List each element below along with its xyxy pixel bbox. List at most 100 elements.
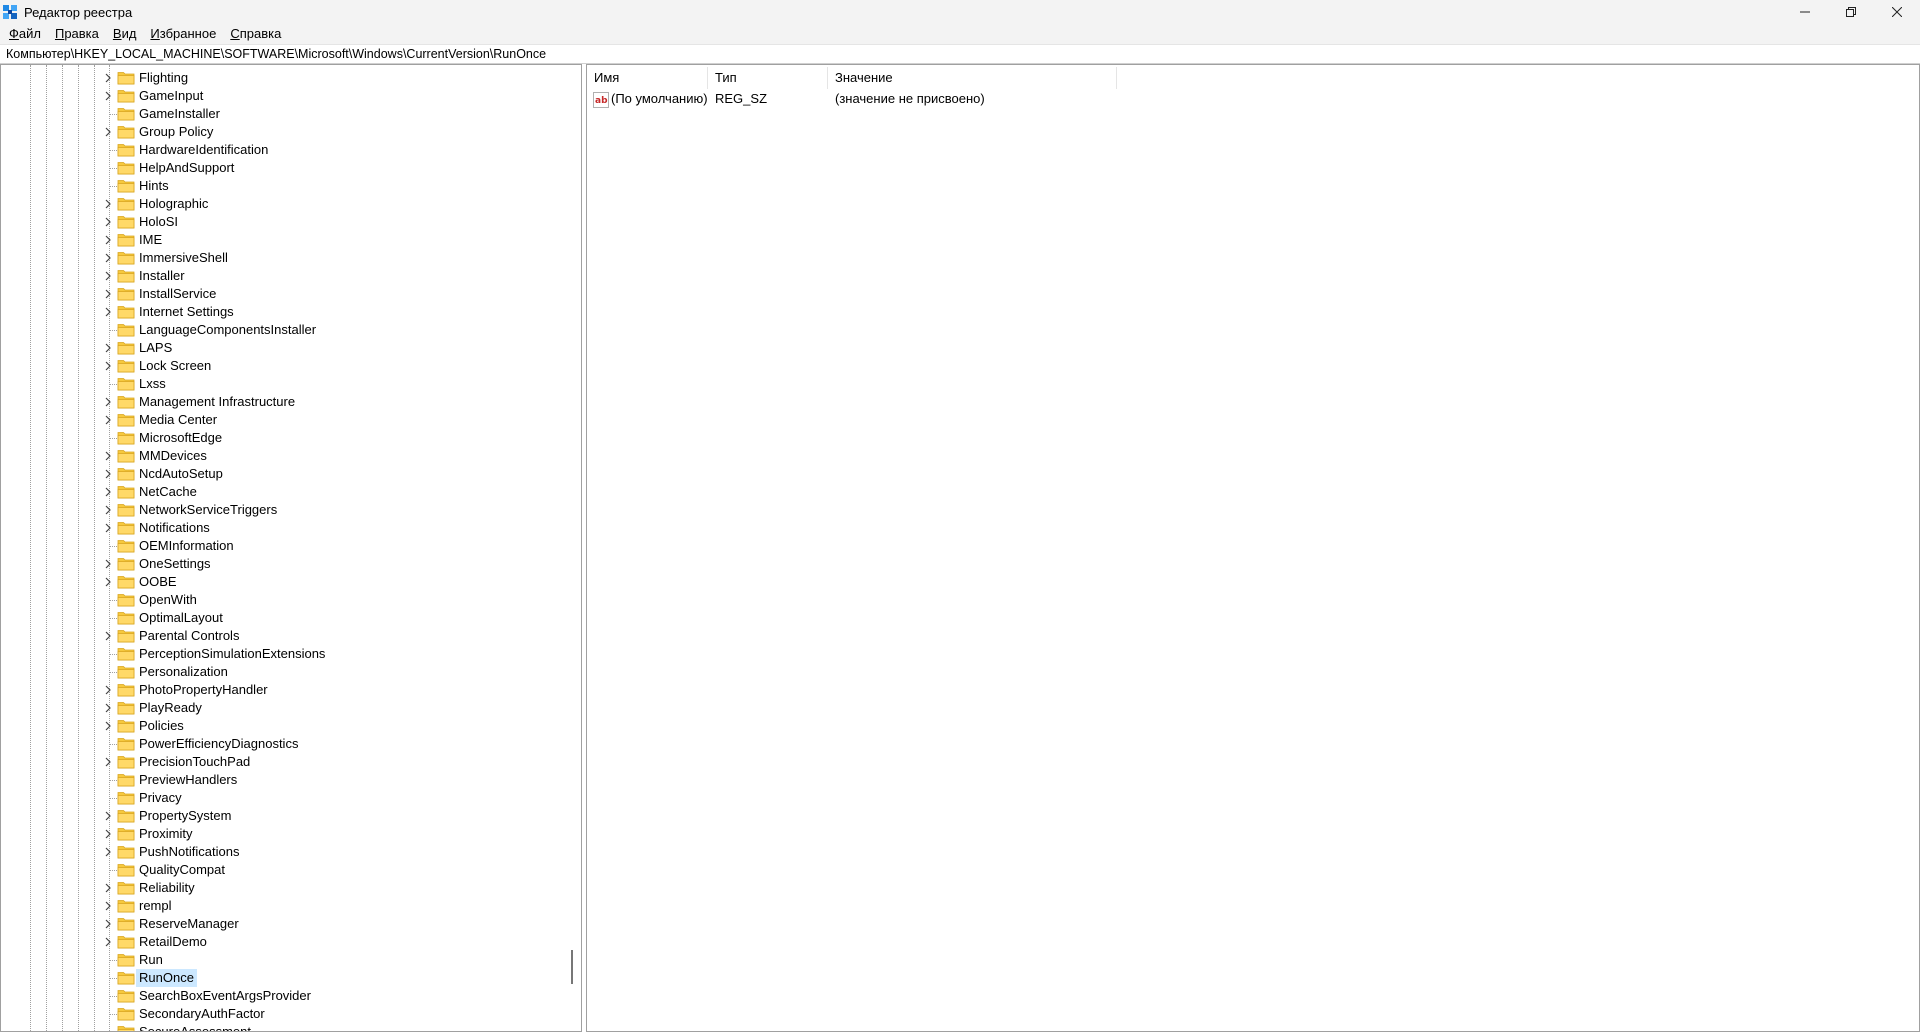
tree-item[interactable]: InstallService <box>1 285 561 303</box>
chevron-right-icon[interactable] <box>103 883 113 893</box>
chevron-right-icon[interactable] <box>103 505 113 515</box>
tree-item[interactable]: ImmersiveShell <box>1 249 561 267</box>
chevron-right-icon[interactable] <box>103 235 113 245</box>
tree-item[interactable]: GameInput <box>1 87 561 105</box>
tree-item[interactable]: Reliability <box>1 879 561 897</box>
tree-item[interactable]: IME <box>1 231 561 249</box>
chevron-right-icon[interactable] <box>103 577 113 587</box>
chevron-right-icon[interactable] <box>103 523 113 533</box>
tree-item[interactable]: OpenWith <box>1 591 561 609</box>
column-header-value[interactable]: Значение <box>828 67 1117 89</box>
chevron-right-icon[interactable] <box>103 847 113 857</box>
tree-item[interactable]: OOBE <box>1 573 561 591</box>
tree-item[interactable]: Flighting <box>1 69 561 87</box>
tree-item[interactable]: QualityCompat <box>1 861 561 879</box>
chevron-right-icon[interactable] <box>103 631 113 641</box>
menu-help[interactable]: Справка <box>225 24 286 44</box>
tree-item[interactable]: Parental Controls <box>1 627 561 645</box>
restore-button[interactable] <box>1828 0 1874 24</box>
tree-item[interactable]: LAPS <box>1 339 561 357</box>
chevron-right-icon[interactable] <box>103 811 113 821</box>
column-header-name[interactable]: Имя <box>587 67 708 89</box>
menu-view[interactable]: Вид <box>108 24 142 44</box>
chevron-right-icon[interactable] <box>103 685 113 695</box>
chevron-right-icon[interactable] <box>103 415 113 425</box>
tree-item[interactable]: PowerEfficiencyDiagnostics <box>1 735 561 753</box>
tree-item[interactable]: OEMInformation <box>1 537 561 555</box>
chevron-right-icon[interactable] <box>103 217 113 227</box>
tree-item[interactable]: PreviewHandlers <box>1 771 561 789</box>
tree-item[interactable]: ReserveManager <box>1 915 561 933</box>
close-button[interactable] <box>1874 0 1920 24</box>
tree-item[interactable]: Run <box>1 951 561 969</box>
tree-item[interactable]: SecureAssessment <box>1 1023 561 1031</box>
tree-item[interactable]: PhotoPropertyHandler <box>1 681 561 699</box>
chevron-right-icon[interactable] <box>103 721 113 731</box>
tree-item[interactable]: Policies <box>1 717 561 735</box>
tree-item[interactable]: PropertySystem <box>1 807 561 825</box>
tree-item[interactable]: Notifications <box>1 519 561 537</box>
chevron-right-icon[interactable] <box>103 91 113 101</box>
tree-item[interactable]: Management Infrastructure <box>1 393 561 411</box>
tree-item[interactable]: Lock Screen <box>1 357 561 375</box>
tree-item[interactable]: RetailDemo <box>1 933 561 951</box>
tree-item[interactable]: HardwareIdentification <box>1 141 561 159</box>
tree-item[interactable]: PlayReady <box>1 699 561 717</box>
chevron-right-icon[interactable] <box>103 271 113 281</box>
chevron-right-icon[interactable] <box>103 829 113 839</box>
tree-item[interactable]: OneSettings <box>1 555 561 573</box>
address-bar[interactable]: Компьютер\HKEY_LOCAL_MACHINE\SOFTWARE\Mi… <box>0 44 1920 64</box>
tree-item[interactable]: PrecisionTouchPad <box>1 753 561 771</box>
menu-favorites[interactable]: Избранное <box>145 24 221 44</box>
tree-item[interactable]: Installer <box>1 267 561 285</box>
tree-item[interactable]: NetCache <box>1 483 561 501</box>
chevron-right-icon[interactable] <box>103 199 113 209</box>
tree-item[interactable]: NetworkServiceTriggers <box>1 501 561 519</box>
chevron-right-icon[interactable] <box>103 757 113 767</box>
chevron-right-icon[interactable] <box>103 253 113 263</box>
tree-item[interactable]: LanguageComponentsInstaller <box>1 321 561 339</box>
chevron-right-icon[interactable] <box>103 919 113 929</box>
tree-item[interactable]: NcdAutoSetup <box>1 465 561 483</box>
tree-item[interactable]: SecondaryAuthFactor <box>1 1005 561 1023</box>
tree-item[interactable]: Privacy <box>1 789 561 807</box>
chevron-right-icon[interactable] <box>103 307 113 317</box>
tree-item[interactable]: Internet Settings <box>1 303 561 321</box>
tree-item[interactable]: MicrosoftEdge <box>1 429 561 447</box>
value-row[interactable]: ab (По умолчанию) REG_SZ (значение не пр… <box>587 89 1117 109</box>
tree-item[interactable]: Media Center <box>1 411 561 429</box>
tree-item[interactable]: Personalization <box>1 663 561 681</box>
tree-item[interactable]: Lxss <box>1 375 561 393</box>
chevron-right-icon[interactable] <box>103 127 113 137</box>
tree-item[interactable]: PushNotifications <box>1 843 561 861</box>
chevron-right-icon[interactable] <box>103 397 113 407</box>
chevron-right-icon[interactable] <box>103 343 113 353</box>
tree-item[interactable]: HoloSI <box>1 213 561 231</box>
menu-file[interactable]: Файл <box>4 24 46 44</box>
chevron-right-icon[interactable] <box>103 703 113 713</box>
tree-item[interactable]: PerceptionSimulationExtensions <box>1 645 561 663</box>
chevron-right-icon[interactable] <box>103 937 113 947</box>
tree-item[interactable]: OptimalLayout <box>1 609 561 627</box>
menu-edit[interactable]: Правка <box>50 24 104 44</box>
tree-item[interactable]: HelpAndSupport <box>1 159 561 177</box>
tree-item[interactable]: RunOnce <box>1 969 561 987</box>
values-pane[interactable]: Имя Тип Значение ab (По умолчанию) REG_S… <box>586 64 1920 1032</box>
chevron-right-icon[interactable] <box>103 289 113 299</box>
chevron-right-icon[interactable] <box>103 901 113 911</box>
chevron-right-icon[interactable] <box>103 559 113 569</box>
tree-item[interactable]: Group Policy <box>1 123 561 141</box>
tree-item[interactable]: rempl <box>1 897 561 915</box>
tree-item[interactable]: Hints <box>1 177 561 195</box>
column-header-type[interactable]: Тип <box>708 67 828 89</box>
chevron-right-icon[interactable] <box>103 451 113 461</box>
scrollbar-thumb[interactable] <box>571 950 573 984</box>
minimize-button[interactable] <box>1782 0 1828 24</box>
tree-item[interactable]: Proximity <box>1 825 561 843</box>
tree-item[interactable]: SearchBoxEventArgsProvider <box>1 987 561 1005</box>
chevron-right-icon[interactable] <box>103 73 113 83</box>
chevron-right-icon[interactable] <box>103 469 113 479</box>
tree-item[interactable]: GameInstaller <box>1 105 561 123</box>
key-tree-pane[interactable]: Flighting GameInput GameInstaller Group Pol… <box>0 64 582 1032</box>
tree-item[interactable]: MMDevices <box>1 447 561 465</box>
